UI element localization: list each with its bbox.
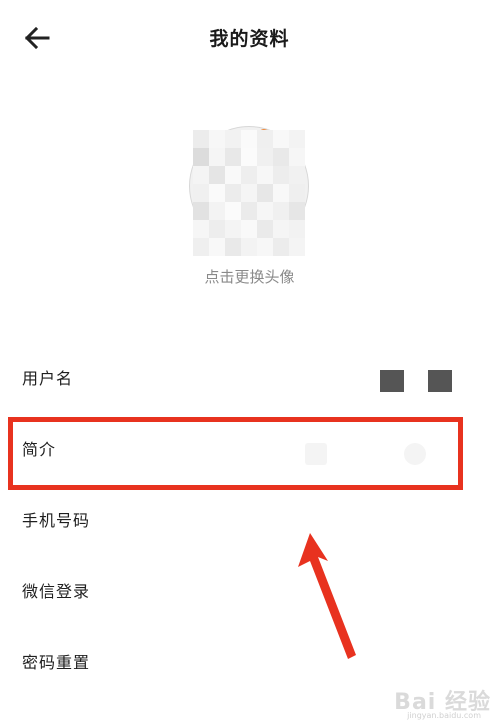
phone-label: 手机号码 xyxy=(22,511,91,530)
redacted-block xyxy=(380,370,404,392)
pixelated-mosaic xyxy=(193,130,305,256)
faint-mark xyxy=(305,443,327,465)
watermark-url: jingyan.baidu.com xyxy=(407,711,481,720)
wechat-login-label: 微信登录 xyxy=(22,582,91,601)
avatar[interactable] xyxy=(185,122,313,256)
list-item-wechat-login[interactable]: 微信登录 xyxy=(0,561,499,619)
redacted-block xyxy=(428,370,452,392)
faint-mark xyxy=(404,443,426,465)
page-title: 我的资料 xyxy=(209,28,290,50)
list-item-username[interactable]: 用户名 xyxy=(0,348,499,406)
username-label: 用户名 xyxy=(22,369,74,388)
change-avatar-hint[interactable]: 点击更换头像 xyxy=(0,266,499,287)
list-item-password-reset[interactable]: 密码重置 xyxy=(0,632,499,690)
profile-page: 我的资料 点击更换头像 用户名 简介 手机号码 微信登录 密码重置 Bai 经验… xyxy=(0,0,499,720)
list-item-phone[interactable]: 手机号码 xyxy=(0,490,499,548)
intro-label: 简介 xyxy=(22,440,57,459)
annotation-arrow-icon xyxy=(298,533,356,659)
password-reset-label: 密码重置 xyxy=(22,653,91,672)
